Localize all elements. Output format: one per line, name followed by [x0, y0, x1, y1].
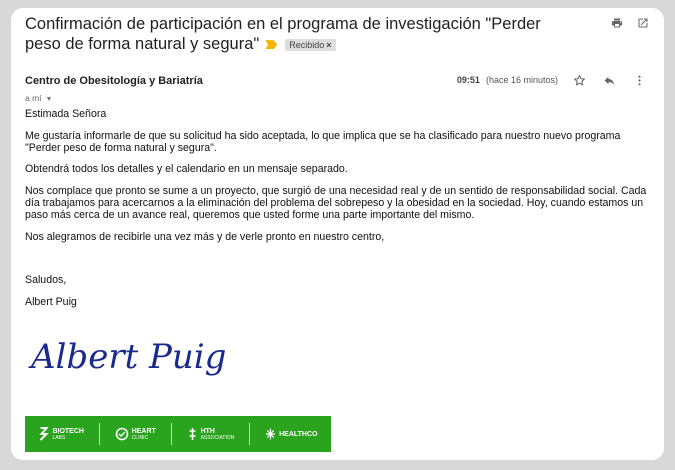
logo-divider — [170, 423, 172, 445]
logo-1-line1: BIOTECH — [52, 427, 84, 435]
logo-4-line1: HEALTHCO — [279, 430, 318, 438]
body-paragraph-3: Nos complace que pronto se sume a un pro… — [25, 185, 647, 221]
logo-2-line2: CLINIC — [131, 434, 149, 441]
signature-text: Albert Puig — [28, 337, 226, 377]
body-greeting: Estimada Señora — [25, 108, 107, 120]
logo-biotech-labs: BIOTECH LABS — [38, 427, 84, 441]
more-vertical-icon[interactable] — [632, 73, 646, 87]
logo-1-line2: LABS — [52, 434, 66, 441]
chevron-down-icon[interactable]: ▼ — [46, 96, 53, 103]
open-in-new-window-icon[interactable] — [636, 16, 650, 30]
email-card: Confirmación de participación en el prog… — [11, 8, 664, 460]
label-chip-recibido[interactable]: Recibido × — [285, 38, 336, 51]
body-paragraph-4: Nos alegramos de recibirle una vez más y… — [25, 230, 385, 243]
heart-clinic-mark-icon — [115, 427, 128, 441]
logo-divider — [249, 423, 251, 445]
subject-actions — [610, 16, 650, 30]
important-marker-icon[interactable] — [265, 40, 278, 50]
logo-2-line1: HEART — [131, 427, 156, 435]
body-paragraph-2: Obtendrá todos los detalles y el calenda… — [25, 163, 348, 176]
message-meta: 09:51 (hace 16 minutos) — [457, 73, 646, 87]
biotech-mark-icon — [39, 427, 50, 441]
sender-name[interactable]: Centro de Obesitología y Bariatría — [25, 75, 203, 87]
logo-divider — [98, 423, 100, 445]
logo-heart-clinic: HEART CLINIC — [115, 427, 156, 441]
body-closing: Saludos, — [25, 274, 67, 287]
body-paragraph-1: Me gustaría informarle de que su solicit… — [25, 129, 621, 154]
healthco-mark-icon — [266, 428, 276, 440]
remove-label-icon[interactable]: × — [326, 40, 331, 50]
logo-3-line1: HTH — [200, 427, 215, 435]
print-icon[interactable] — [610, 16, 624, 30]
message-time: 09:51 — [456, 75, 480, 85]
logo-hth-association: HTH ASSOCIATION — [187, 427, 235, 441]
email-body: Estimada Señora Me gustaría informarle d… — [25, 108, 655, 319]
recipient-text: a mí — [25, 93, 42, 103]
label-chip-text: Recibido — [289, 39, 325, 50]
body-signer: Albert Puig — [25, 296, 77, 309]
partner-logos-banner: BIOTECH LABS HEART CLINIC HTH ASSOCIATION H… — [25, 416, 331, 452]
email-window-frame: Confirmación de participación en el prog… — [0, 0, 675, 470]
logo-healthco: HEALTHCO — [265, 427, 318, 441]
message-time-relative: (hace 16 minutos) — [485, 75, 558, 85]
subject-text: Confirmación de participación en el prog… — [25, 15, 541, 53]
handwritten-signature: Albert Puig — [27, 326, 247, 401]
star-icon[interactable] — [572, 73, 586, 87]
recipient-line[interactable]: a mí ▼ — [25, 93, 52, 103]
logo-3-line2: ASSOCIATION — [200, 434, 235, 441]
email-subject: Confirmación de participación en el prog… — [25, 14, 545, 54]
hth-mark-icon — [189, 428, 196, 440]
reply-icon[interactable] — [602, 73, 616, 87]
